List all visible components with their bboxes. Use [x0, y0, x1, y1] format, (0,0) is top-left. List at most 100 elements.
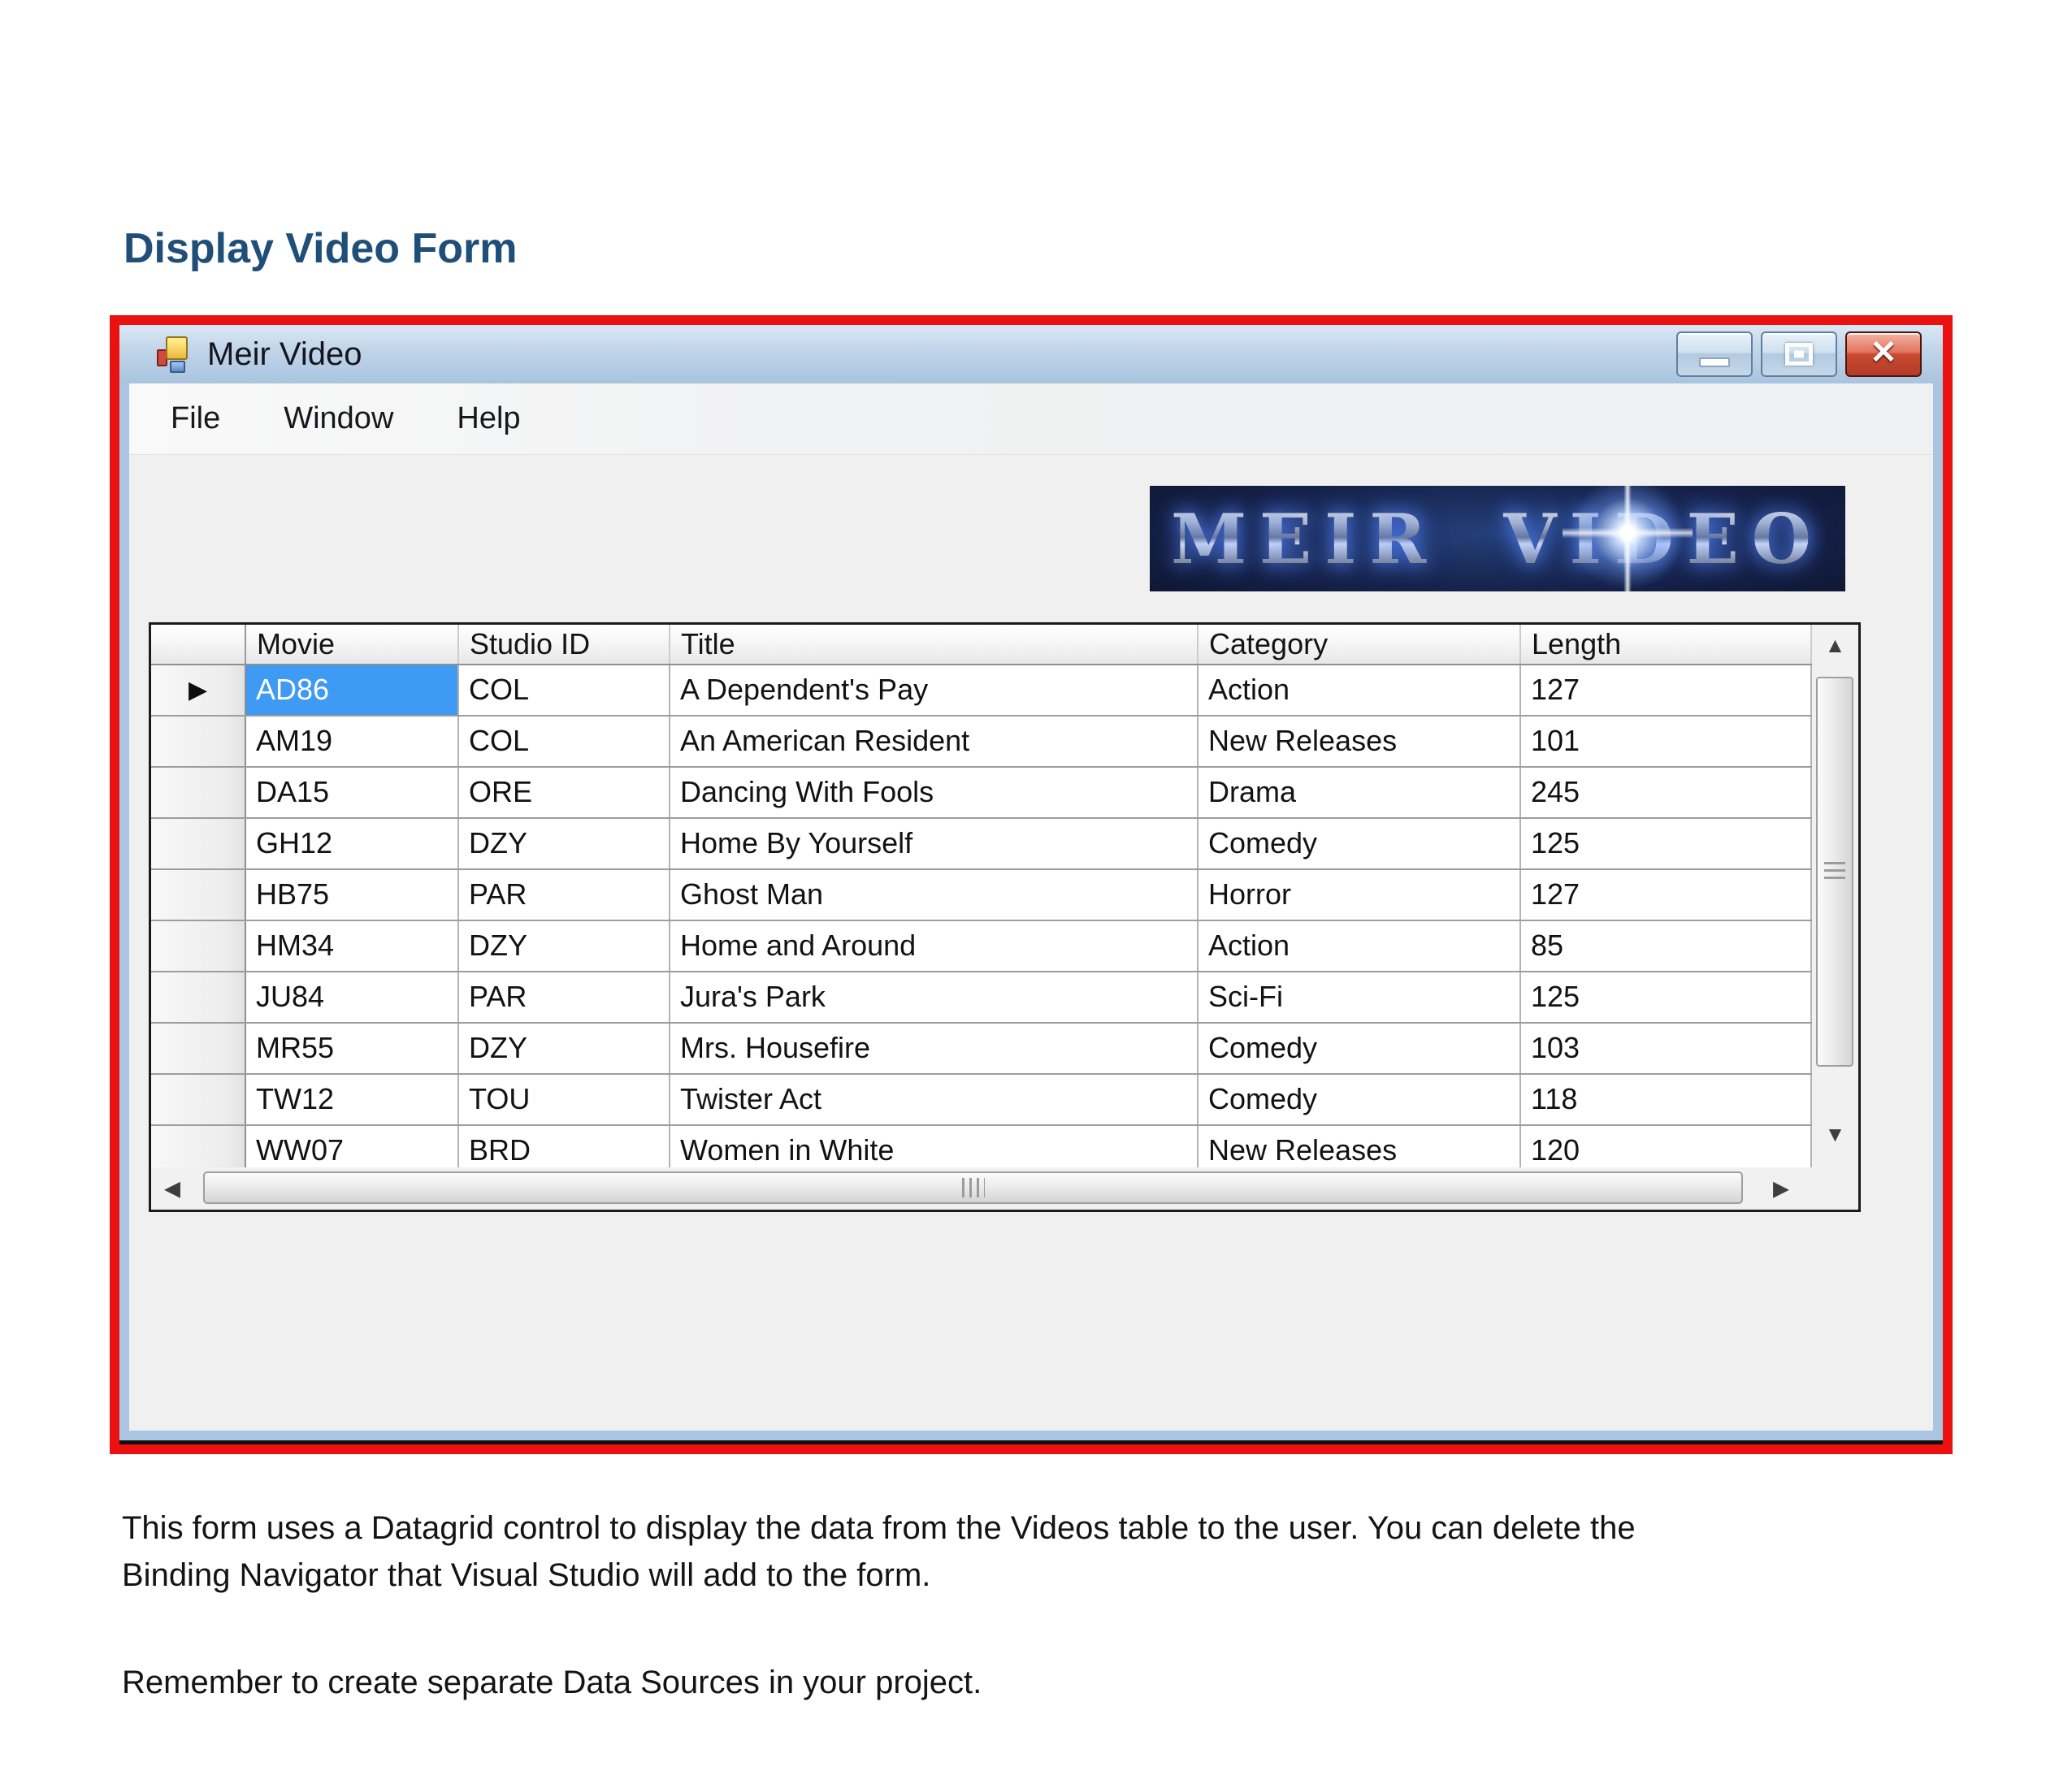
- scrollbar-corner: [1812, 1167, 1858, 1210]
- row-selector[interactable]: [151, 768, 246, 817]
- cell-length[interactable]: 85: [1521, 921, 1812, 971]
- cell-studio-id[interactable]: ORE: [459, 768, 670, 817]
- vertical-scrollbar-thumb[interactable]: [1816, 677, 1853, 1067]
- column-header-studio-id[interactable]: Studio ID: [459, 625, 670, 664]
- cell-studio-id[interactable]: BRD: [459, 1126, 670, 1167]
- cell-movie[interactable]: AD86: [246, 665, 459, 715]
- scroll-left-icon[interactable]: ◀: [164, 1176, 180, 1202]
- cell-movie[interactable]: JU84: [246, 972, 459, 1022]
- cell-category[interactable]: Horror: [1199, 870, 1521, 920]
- cell-movie[interactable]: AM19: [246, 717, 459, 766]
- cell-title[interactable]: Home and Around: [670, 921, 1199, 971]
- minimize-button[interactable]: [1676, 331, 1753, 377]
- row-header-corner[interactable]: [151, 625, 246, 664]
- cell-title[interactable]: A Dependent's Pay: [670, 665, 1199, 715]
- cell-length[interactable]: 127: [1521, 665, 1812, 715]
- cell-length[interactable]: 118: [1521, 1075, 1812, 1124]
- horizontal-scrollbar-thumb[interactable]: [203, 1171, 1743, 1204]
- row-selector[interactable]: [151, 1126, 246, 1167]
- cell-length[interactable]: 127: [1521, 870, 1812, 920]
- cell-studio-id[interactable]: TOU: [459, 1075, 670, 1124]
- cell-studio-id[interactable]: DZY: [459, 1024, 670, 1073]
- cell-studio-id[interactable]: PAR: [459, 972, 670, 1022]
- cell-length[interactable]: 125: [1521, 819, 1812, 868]
- menu-help[interactable]: Help: [457, 401, 520, 436]
- body-paragraph-1: This form uses a Datagrid control to dis…: [122, 1505, 1958, 1599]
- window-controls: ✕: [1676, 331, 1922, 377]
- cell-category[interactable]: Comedy: [1199, 1024, 1521, 1073]
- cell-title[interactable]: Twister Act: [670, 1075, 1199, 1124]
- screenshot-frame: Meir Video ✕ File Window Help: [110, 315, 1953, 1454]
- cell-studio-id[interactable]: COL: [459, 717, 670, 766]
- cell-title[interactable]: Ghost Man: [670, 870, 1199, 920]
- table-row: ▶AD86COLA Dependent's PayAction127: [151, 665, 1812, 717]
- scroll-right-icon[interactable]: ▶: [1773, 1176, 1789, 1202]
- logo-text: MEIR VIDEO: [1171, 499, 1824, 579]
- paragraph-line: Binding Navigator that Visual Studio wil…: [122, 1552, 1958, 1599]
- cell-category[interactable]: Sci-Fi: [1199, 972, 1521, 1022]
- cell-category[interactable]: Drama: [1199, 768, 1521, 817]
- page-title: Display Video Form: [124, 224, 518, 273]
- column-header-length[interactable]: Length: [1521, 625, 1812, 664]
- cell-category[interactable]: Action: [1199, 921, 1521, 971]
- column-header-title[interactable]: Title: [670, 625, 1199, 664]
- menu-file[interactable]: File: [171, 401, 220, 436]
- cell-category[interactable]: Comedy: [1199, 819, 1521, 868]
- row-selector[interactable]: ▶: [151, 665, 246, 715]
- cell-movie[interactable]: HM34: [246, 921, 459, 971]
- row-selector[interactable]: [151, 1024, 246, 1073]
- row-selector[interactable]: [151, 717, 246, 766]
- cell-movie[interactable]: GH12: [246, 819, 459, 868]
- cell-category[interactable]: Action: [1199, 665, 1521, 715]
- cell-movie[interactable]: TW12: [246, 1075, 459, 1124]
- cell-length[interactable]: 103: [1521, 1024, 1812, 1073]
- cell-title[interactable]: Dancing With Fools: [670, 768, 1199, 817]
- winforms-app-icon: [157, 336, 194, 373]
- scrollbar-grip-icon: [962, 1178, 985, 1197]
- table-row: WW07BRDWomen in WhiteNew Releases120: [151, 1126, 1812, 1167]
- close-button[interactable]: ✕: [1845, 331, 1922, 377]
- window-title: Meir Video: [207, 336, 362, 373]
- table-row: TW12TOUTwister ActComedy118: [151, 1075, 1812, 1126]
- meir-video-window: Meir Video ✕ File Window Help: [119, 325, 1943, 1444]
- cell-length[interactable]: 101: [1521, 717, 1812, 766]
- maximize-button[interactable]: [1761, 331, 1837, 377]
- cell-studio-id[interactable]: DZY: [459, 819, 670, 868]
- row-selector[interactable]: [151, 972, 246, 1022]
- cell-studio-id[interactable]: COL: [459, 665, 670, 715]
- table-row: HB75PARGhost ManHorror127: [151, 870, 1812, 921]
- app-icon-blue-shape: [170, 361, 185, 373]
- scroll-up-icon[interactable]: ▲: [1825, 633, 1846, 658]
- cell-length[interactable]: 125: [1521, 972, 1812, 1022]
- cell-studio-id[interactable]: DZY: [459, 921, 670, 971]
- cell-movie[interactable]: WW07: [246, 1126, 459, 1167]
- column-header-movie[interactable]: Movie: [246, 625, 459, 664]
- row-selector[interactable]: [151, 870, 246, 920]
- cell-title[interactable]: Home By Yourself: [670, 819, 1199, 868]
- menu-window[interactable]: Window: [284, 401, 393, 436]
- cell-title[interactable]: Women in White: [670, 1126, 1199, 1167]
- scroll-down-icon[interactable]: ▼: [1825, 1122, 1846, 1147]
- cell-movie[interactable]: MR55: [246, 1024, 459, 1073]
- cell-movie[interactable]: HB75: [246, 870, 459, 920]
- row-selector[interactable]: [151, 1075, 246, 1124]
- cell-category[interactable]: Comedy: [1199, 1075, 1521, 1124]
- row-selector[interactable]: [151, 921, 246, 971]
- cell-category[interactable]: New Releases: [1199, 1126, 1521, 1167]
- minimize-icon: [1699, 357, 1730, 367]
- lens-flare-icon: [1563, 486, 1693, 591]
- vertical-scrollbar[interactable]: ▲ ▼: [1812, 625, 1858, 1167]
- row-selector[interactable]: [151, 819, 246, 868]
- table-row: AM19COLAn American ResidentNew Releases1…: [151, 717, 1812, 768]
- cell-title[interactable]: Jura's Park: [670, 972, 1199, 1022]
- cell-length[interactable]: 245: [1521, 768, 1812, 817]
- cell-category[interactable]: New Releases: [1199, 717, 1521, 766]
- cell-title[interactable]: Mrs. Housefire: [670, 1024, 1199, 1073]
- column-header-category[interactable]: Category: [1199, 625, 1521, 664]
- cell-movie[interactable]: DA15: [246, 768, 459, 817]
- cell-title[interactable]: An American Resident: [670, 717, 1199, 766]
- cell-studio-id[interactable]: PAR: [459, 870, 670, 920]
- table-row: JU84PARJura's ParkSci-Fi125: [151, 972, 1812, 1024]
- horizontal-scrollbar[interactable]: ◀ ▶: [151, 1167, 1812, 1210]
- cell-length[interactable]: 120: [1521, 1126, 1812, 1167]
